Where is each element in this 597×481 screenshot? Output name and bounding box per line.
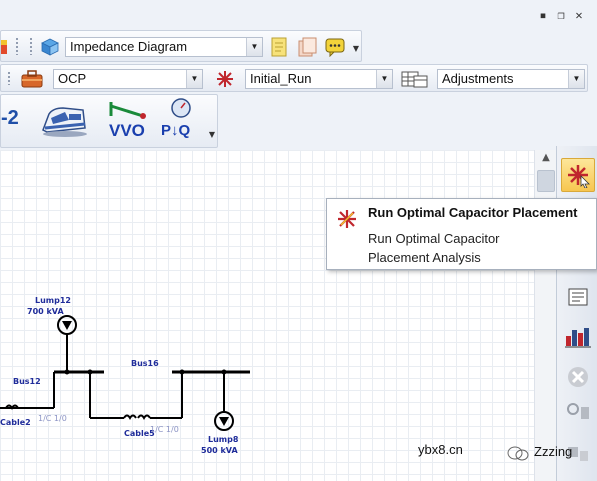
tooltip-description: Run Optimal Capacitor Placement Analysis bbox=[368, 231, 500, 265]
toolbar-overflow-icon[interactable]: ▼ bbox=[351, 39, 361, 57]
capacitor-placement-icon bbox=[335, 207, 359, 231]
lump8-rating: 500 kVA bbox=[201, 446, 238, 455]
toolbar-grip[interactable] bbox=[29, 37, 33, 55]
analysis-toolbar: -2 VVO P↓Q ▼ bbox=[0, 94, 218, 148]
briefcase-icon[interactable] bbox=[19, 68, 45, 90]
diagram-toolbar: Impedance Diagram ▼ ▼ bbox=[0, 30, 362, 62]
chevron-down-icon[interactable]: ▼ bbox=[186, 70, 202, 88]
lump12-rating: 700 kVA bbox=[27, 307, 64, 316]
run-output-select[interactable]: Initial_Run ▼ bbox=[245, 69, 393, 89]
toolbar-grip[interactable] bbox=[7, 71, 11, 85]
watermark-site: ybx8.cn bbox=[418, 442, 463, 457]
scroll-thumb[interactable] bbox=[537, 170, 555, 192]
study-case-value: OCP bbox=[58, 71, 87, 86]
bus16-name[interactable]: Bus16 bbox=[131, 359, 159, 368]
comment-icon[interactable] bbox=[323, 36, 347, 58]
adjustments-select[interactable]: Adjustments ▼ bbox=[437, 69, 585, 89]
watermark-brand: Zzzing bbox=[534, 444, 573, 459]
diagram-type-select[interactable]: Impedance Diagram ▼ bbox=[65, 37, 263, 57]
cable2-conductor-label: 1/C 1/0 bbox=[38, 414, 67, 423]
train-icon[interactable] bbox=[39, 99, 89, 141]
color-swatch-icon[interactable] bbox=[1, 37, 9, 57]
gauge-icon[interactable] bbox=[169, 97, 193, 119]
note-icon[interactable] bbox=[268, 36, 290, 58]
report-icon[interactable] bbox=[561, 280, 595, 314]
bus12-name[interactable]: Bus12 bbox=[13, 377, 41, 386]
halt-icon[interactable] bbox=[561, 360, 595, 394]
study-tool-palette bbox=[556, 146, 597, 481]
lump12-name[interactable]: Lump12 bbox=[35, 296, 71, 305]
run-optimal-capacitor-placement-button[interactable] bbox=[561, 158, 595, 192]
chevron-down-icon[interactable]: ▼ bbox=[568, 70, 584, 88]
pq-label[interactable]: P↓Q bbox=[161, 122, 190, 139]
chevron-down-icon[interactable]: ▼ bbox=[376, 70, 392, 88]
adjustments-value: Adjustments bbox=[442, 71, 514, 86]
3d-cube-icon[interactable] bbox=[39, 37, 61, 57]
window-controls: ▪ ❐ ✕ bbox=[537, 8, 585, 24]
lump8-name[interactable]: Lump8 bbox=[208, 435, 238, 444]
wechat-icon bbox=[506, 444, 530, 462]
capacitor-star-icon[interactable] bbox=[213, 68, 237, 90]
vvo-label: VVO bbox=[109, 121, 145, 140]
chevron-down-icon[interactable]: ▼ bbox=[246, 38, 262, 56]
scroll-up-icon[interactable]: ▲ bbox=[538, 152, 554, 166]
toolbar-grip[interactable] bbox=[15, 37, 19, 55]
restore-button[interactable]: ❐ bbox=[555, 8, 567, 24]
cable2-name[interactable]: Cable2 bbox=[0, 418, 31, 427]
run-output-value: Initial_Run bbox=[250, 71, 312, 86]
toolbar-area: ▪ ❐ ✕ Impedance Diagram ▼ ▼ OCP ▼ Initia… bbox=[0, 0, 597, 150]
tooltip: Run Optimal Capacitor Placement Run Opti… bbox=[326, 198, 597, 270]
study-case-select[interactable]: OCP ▼ bbox=[53, 69, 203, 89]
toolbar-overflow-icon[interactable]: ▼ bbox=[207, 125, 217, 143]
bar-chart-icon[interactable] bbox=[561, 320, 595, 354]
cable5-conductor-label: 1/C 1/0 bbox=[150, 425, 179, 434]
copy-pages-icon[interactable] bbox=[295, 36, 319, 58]
adjustments-table-icon[interactable] bbox=[399, 68, 431, 90]
settings-icon[interactable] bbox=[561, 394, 595, 428]
app-window: ▪ ❐ ✕ Impedance Diagram ▼ ▼ OCP ▼ Initia… bbox=[0, 0, 597, 481]
partial-tool-label[interactable]: -2 bbox=[1, 107, 19, 130]
diagram-type-value: Impedance Diagram bbox=[70, 39, 188, 54]
minimize-button[interactable]: ▪ bbox=[537, 8, 549, 24]
tooltip-title: Run Optimal Capacitor Placement bbox=[368, 205, 578, 220]
close-button[interactable]: ✕ bbox=[573, 8, 585, 24]
study-toolbar: OCP ▼ Initial_Run ▼ Adjustments ▼ bbox=[0, 64, 588, 92]
